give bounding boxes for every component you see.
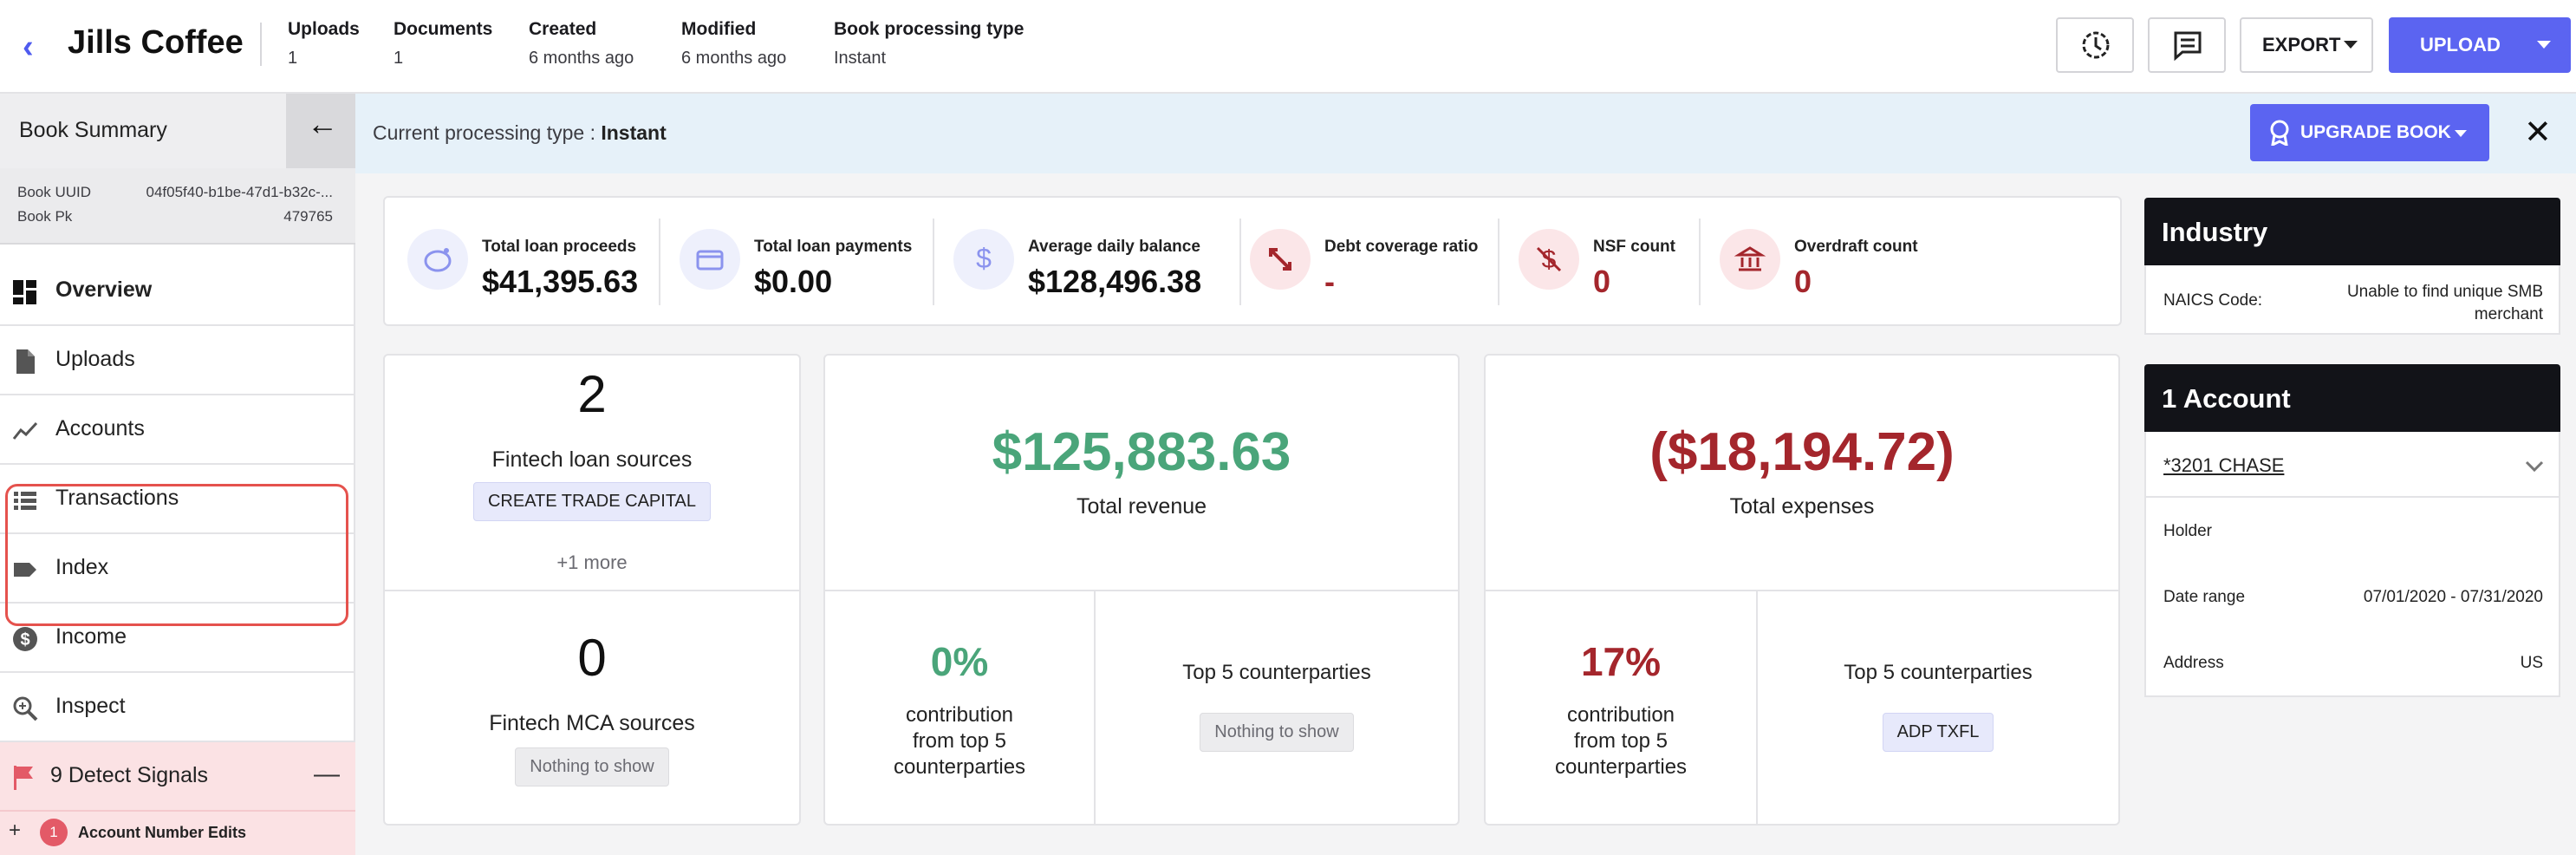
chevron-down-icon	[2455, 130, 2467, 137]
chevron-down-icon	[2344, 41, 2358, 49]
meta-modified: Modified 6 months ago	[681, 19, 787, 68]
revenue-card: $125,883.63 Total revenue 0% contributio…	[823, 354, 1460, 826]
award-badge-icon	[2270, 120, 2289, 146]
svg-text:$: $	[976, 243, 992, 274]
sidebar-header: Book Summary	[0, 94, 286, 168]
dollar-icon: $	[953, 229, 1014, 290]
document-icon	[16, 349, 35, 374]
sidebar-item-overview[interactable]: Overview	[0, 257, 355, 326]
expand-plus-icon[interactable]: +	[9, 819, 21, 843]
sidebar-item-inspect[interactable]: Inspect	[0, 673, 355, 742]
collapse-arrow-icon[interactable]	[286, 94, 355, 168]
page-title: Jills Coffee	[68, 24, 244, 61]
fintech-sources-card: 2 Fintech loan sources CREATE TRADE CAPI…	[383, 354, 801, 826]
empty-state-badge: Nothing to show	[1200, 713, 1354, 752]
meta-documents: Documents 1	[394, 19, 493, 68]
kpi-total-loan-proceeds: Total loan proceeds $41,395.63	[407, 219, 659, 305]
history-clock-icon	[2082, 31, 2110, 59]
kpi-total-loan-payments: Total loan payments $0.00	[680, 219, 931, 305]
kpi-average-daily-balance: $ Average daily balance $128,496.38	[953, 219, 1231, 305]
history-button[interactable]	[2056, 17, 2134, 73]
upload-dropdown-chevron-icon[interactable]	[2517, 17, 2571, 73]
expenses-card: ($18,194.72) Total expenses 17% contribu…	[1484, 354, 2120, 826]
account-panel: *3201 CHASE Holder Date range 07/01/2020…	[2144, 432, 2560, 697]
dashboard-icon	[13, 280, 36, 304]
counterparty-chip[interactable]: ADP TXFL	[1882, 713, 1994, 752]
meta-processing-type: Book processing type Instant	[834, 19, 1025, 68]
kpi-nsf-count: $ NSF count 0	[1519, 219, 1692, 305]
signal-row-account-number-edits[interactable]: + 1 Account Number Edits	[0, 812, 355, 855]
comment-icon	[2174, 31, 2202, 62]
detect-signals-header[interactable]: 9 Detect Signals —	[0, 742, 355, 812]
kpi-debt-coverage-ratio: Debt coverage ratio -	[1250, 219, 1501, 305]
sidebar: Book Summary Book UUID 04f05f40-b1be-47d…	[0, 94, 355, 855]
industry-panel: NAICS Code: Unable to find unique SMB me…	[2144, 265, 2560, 335]
close-icon[interactable]: ✕	[2524, 113, 2552, 152]
account-link[interactable]: *3201 CHASE	[2163, 454, 2284, 477]
highlight-annotation-box	[5, 484, 348, 626]
signal-count-badge: 1	[40, 819, 68, 846]
credit-card-icon	[680, 229, 740, 290]
more-link[interactable]: +1 more	[385, 552, 799, 574]
comments-button[interactable]	[2148, 17, 2226, 73]
industry-panel-header: Industry	[2144, 198, 2560, 265]
svg-text:$: $	[20, 630, 29, 649]
chevron-down-icon[interactable]	[2524, 460, 2545, 473]
top-header: ‹ Jills Coffee Uploads 1 Documents 1 Cre…	[0, 0, 2576, 94]
meta-created: Created 6 months ago	[529, 19, 634, 68]
zoom-in-icon	[13, 696, 38, 721]
compress-arrows-icon	[1250, 229, 1311, 290]
no-money-icon: $	[1519, 229, 1579, 290]
flag-icon	[14, 766, 33, 790]
sidebar-item-uploads[interactable]: Uploads	[0, 326, 355, 395]
processing-type-value: Instant	[601, 121, 667, 144]
book-ids: Book UUID 04f05f40-b1be-47d1-b32c-... Bo…	[0, 168, 355, 245]
upgrade-book-button[interactable]: UPGRADE BOOK	[2250, 104, 2489, 161]
collapse-minus-icon[interactable]: —	[314, 760, 340, 789]
meta-uploads: Uploads 1	[288, 19, 360, 68]
dollar-circle-icon: $	[13, 627, 37, 651]
account-panel-header: 1 Account	[2144, 364, 2560, 432]
sidebar-item-accounts[interactable]: Accounts	[0, 395, 355, 465]
processing-type-banner: Current processing type : Instant	[355, 94, 2576, 173]
create-trade-capital-button[interactable]: CREATE TRADE CAPITAL	[472, 482, 712, 521]
piggy-bank-icon	[407, 229, 468, 290]
back-arrow-icon[interactable]: ‹	[23, 29, 49, 64]
kpi-summary-row: Total loan proceeds $41,395.63 Total loa…	[383, 196, 2122, 326]
bank-icon	[1720, 229, 1780, 290]
kpi-overdraft-count: Overdraft count 0	[1720, 219, 1945, 305]
empty-state-badge: Nothing to show	[515, 747, 669, 786]
export-button[interactable]: EXPORT	[2240, 17, 2373, 73]
upload-button[interactable]: UPLOAD	[2389, 17, 2524, 73]
trend-line-icon	[12, 421, 38, 440]
header-divider	[260, 23, 262, 66]
